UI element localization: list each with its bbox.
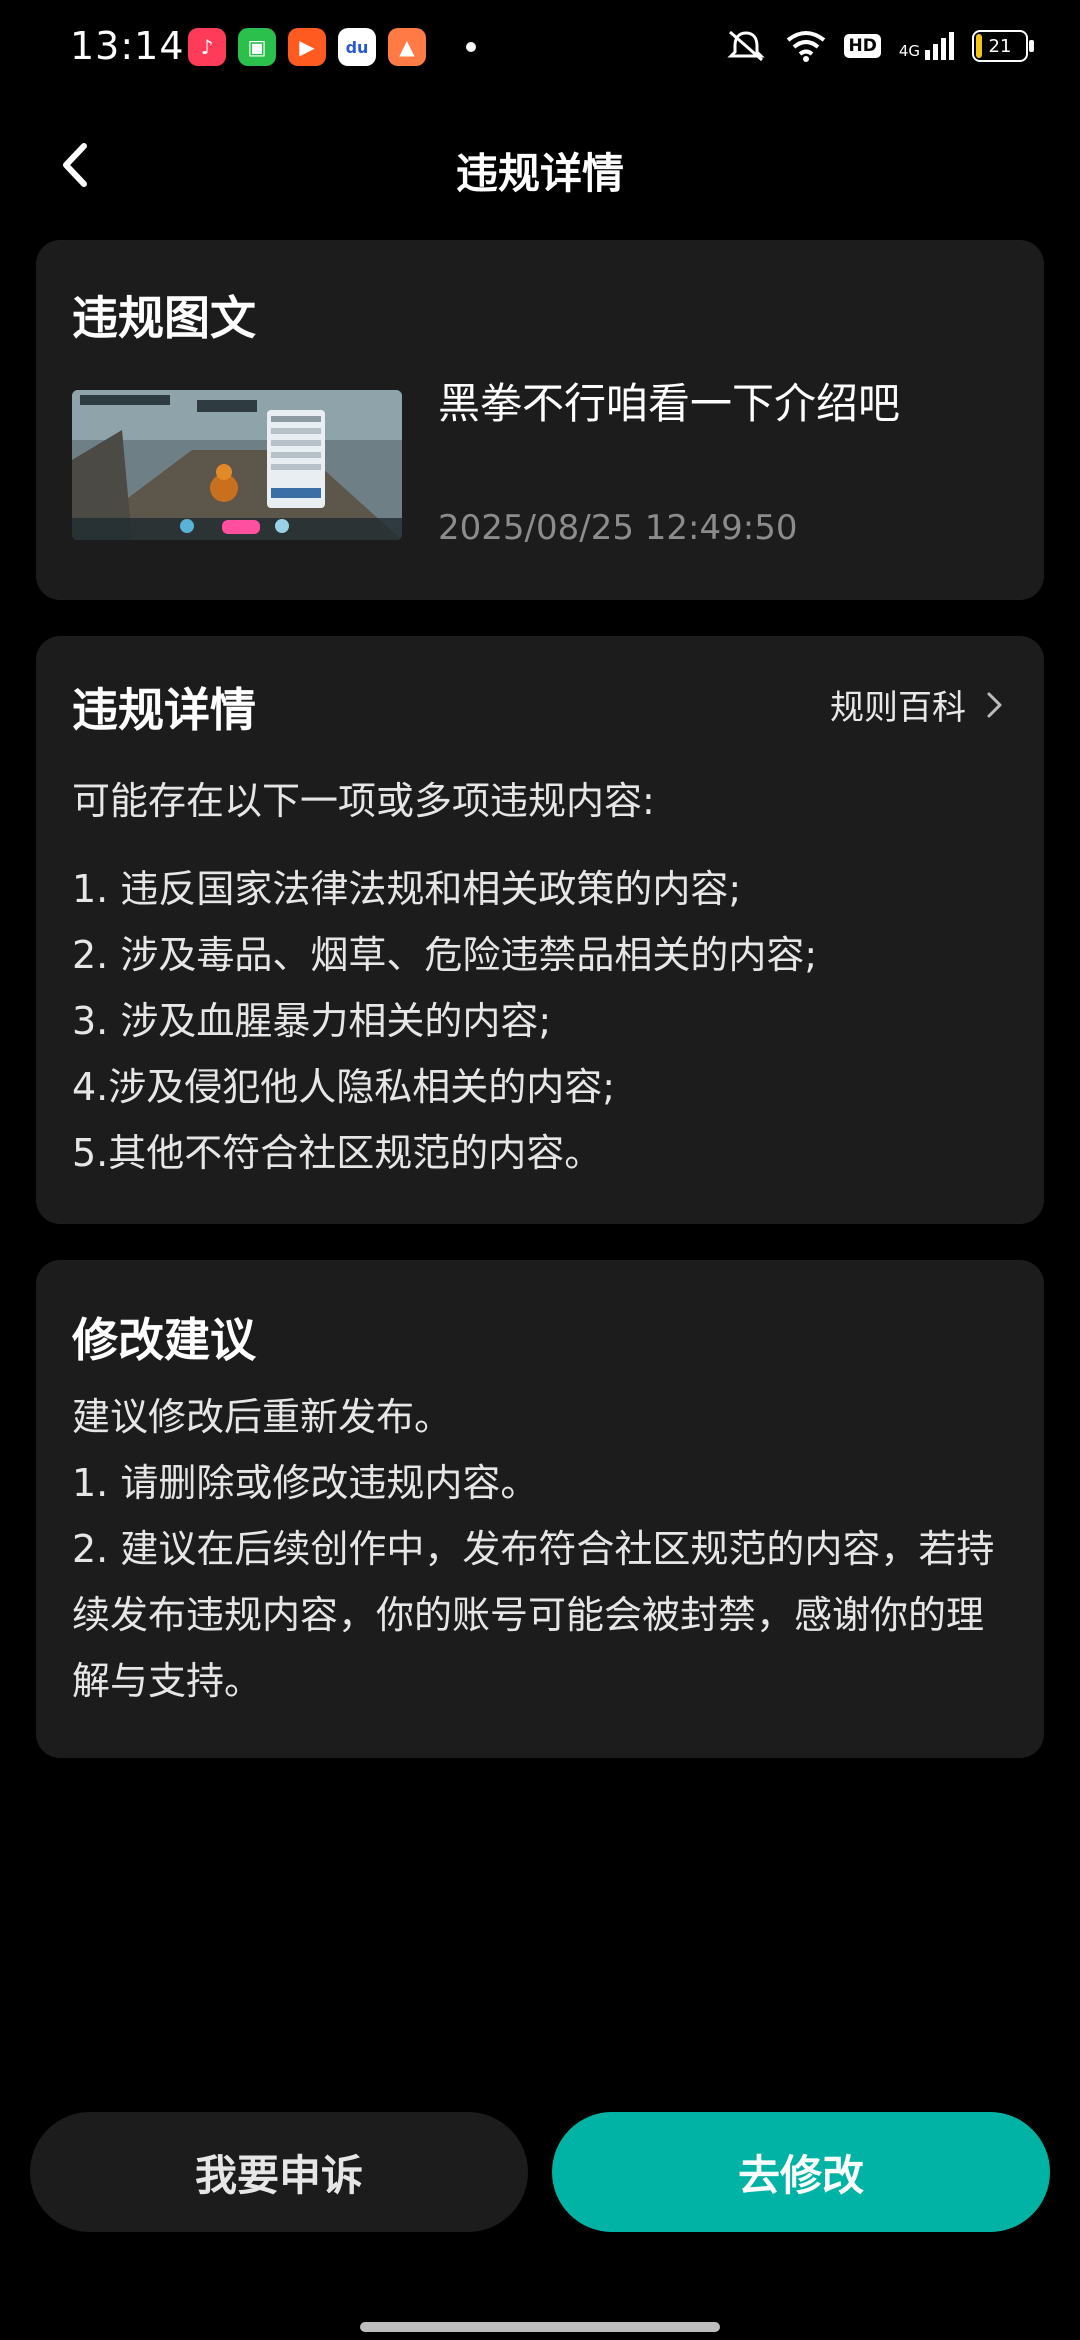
rules-wiki-link[interactable]: 规则百科 bbox=[830, 680, 1004, 729]
baidu-app-icon: du bbox=[338, 28, 376, 66]
list-item: 2. 涉及毒品、烟草、危险违禁品相关的内容; bbox=[72, 933, 818, 977]
status-bar: 13:14 ♪ ▣ ▶ du ▲ HD 4G 21 bbox=[0, 0, 1080, 96]
hd-badge: HD bbox=[844, 34, 881, 58]
details-card-title: 违规详情 bbox=[72, 683, 256, 737]
video-app-icon: ▶ bbox=[288, 28, 326, 66]
post-thumbnail[interactable] bbox=[72, 390, 402, 540]
suggestion-card-title: 修改建议 bbox=[72, 1313, 256, 1367]
game-screenshot-image bbox=[72, 390, 402, 540]
appeal-button[interactable]: 我要申诉 bbox=[30, 2112, 528, 2232]
battery-level: 21 bbox=[988, 35, 1012, 57]
network-type: 4G bbox=[898, 42, 920, 60]
list-item: 3. 涉及血腥暴力相关的内容; bbox=[72, 999, 552, 1043]
cell-signal-icon: 4G bbox=[899, 32, 954, 60]
rules-wiki-label: 规则百科 bbox=[830, 688, 966, 728]
modification-suggestion-card: 修改建议 建议修改后重新发布。 1. 请删除或修改违规内容。 2. 建议在后续创… bbox=[36, 1260, 1044, 1758]
list-item: 4.涉及侵犯他人隐私相关的内容; bbox=[72, 1065, 616, 1109]
violation-details-card: 违规详情 规则百科 可能存在以下一项或多项违规内容: 1. 违反国家法律法规和相… bbox=[36, 636, 1044, 1224]
violating-post-card: 违规图文 黑拳不行咱看一下介绍吧 2025/08/25 12:49:50 bbox=[36, 240, 1044, 600]
suggestion-line: 1. 请删除或修改违规内容。 bbox=[72, 1461, 539, 1505]
silent-bell-icon bbox=[727, 30, 766, 62]
suggestion-text: 建议修改后重新发布。 1. 请删除或修改违规内容。 2. 建议在后续创作中，发布… bbox=[72, 1384, 1012, 1714]
home-indicator[interactable] bbox=[360, 2322, 720, 2332]
chevron-right-icon bbox=[987, 692, 1002, 717]
violation-list: 1. 违反国家法律法规和相关政策的内容; 2. 涉及毒品、烟草、危险违禁品相关的… bbox=[72, 856, 817, 1186]
violation-intro-text: 可能存在以下一项或多项违规内容: bbox=[72, 779, 655, 823]
suggestion-line: 建议修改后重新发布。 bbox=[72, 1395, 453, 1439]
list-item: 1. 违反国家法律法规和相关政策的内容; bbox=[72, 867, 742, 911]
go-edit-button[interactable]: 去修改 bbox=[552, 2112, 1050, 2232]
wifi-icon bbox=[787, 31, 826, 62]
more-notifications-dot-icon bbox=[466, 42, 476, 52]
post-card-title: 违规图文 bbox=[72, 291, 256, 345]
battery-icon: 21 bbox=[972, 30, 1034, 62]
page-title: 违规详情 bbox=[455, 149, 624, 198]
post-title: 黑拳不行咱看一下介绍吧 bbox=[438, 379, 901, 428]
top-navigation-bar: 违规详情 bbox=[0, 120, 1080, 210]
system-status-icons: HD 4G 21 bbox=[724, 28, 1034, 64]
shop-app-icon: ▣ bbox=[238, 28, 276, 66]
status-time: 13:14 bbox=[70, 24, 185, 68]
notification-app-icons: ♪ ▣ ▶ du ▲ bbox=[188, 28, 476, 66]
suggestion-line: 2. 建议在后续创作中，发布符合社区规范的内容，若持续发布违规内容，你的账号可能… bbox=[72, 1527, 995, 1703]
post-timestamp: 2025/08/25 12:49:50 bbox=[438, 508, 798, 548]
list-item: 5.其他不符合社区规范的内容。 bbox=[72, 1131, 603, 1175]
photo-app-icon: ▲ bbox=[388, 28, 426, 66]
music-app-icon: ♪ bbox=[188, 28, 226, 66]
